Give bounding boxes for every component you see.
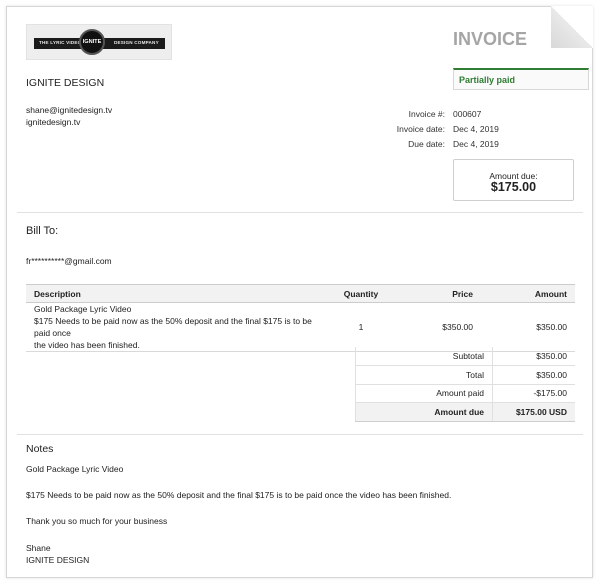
item-name: Gold Package Lyric Video — [34, 304, 132, 314]
logo-center-text: IGNITE — [82, 39, 102, 45]
subtotal-value: $350.00 — [492, 347, 575, 366]
amount-paid-value: -$175.00 — [492, 384, 575, 403]
note-line-2: $175 Needs to be paid now as the 50% dep… — [26, 490, 452, 500]
invoice-number: 000607 — [453, 109, 482, 119]
invoice-date: Dec 4, 2019 — [453, 124, 499, 134]
total-due-label: Amount due — [355, 402, 493, 422]
invoice-page: THE LYRIC VIDEO DESIGN COMPANY IGNITE IG… — [6, 6, 593, 578]
total-due-value: $175.00 USD — [492, 402, 575, 422]
invoice-title: INVOICE — [453, 29, 528, 49]
amount-paid-row: Amount paid -$175.00 — [355, 384, 575, 403]
column-description: Description — [26, 284, 331, 303]
invoice-date-label: Invoice date: — [396, 124, 445, 134]
company-email: shane@ignitedesign.tv — [26, 105, 113, 115]
status-badge: Partially paid — [453, 68, 589, 90]
item-price: $350.00 — [391, 302, 481, 352]
signature-name: Shane — [26, 543, 51, 553]
page-fold-corner — [551, 6, 593, 48]
item-details: $175 Needs to be paid now as the 50% dep… — [34, 316, 312, 338]
company-name: IGNITE DESIGN — [26, 77, 105, 89]
note-line-1: Gold Package Lyric Video — [26, 464, 124, 474]
company-website: ignitedesign.tv — [26, 117, 81, 127]
company-logo: THE LYRIC VIDEO DESIGN COMPANY IGNITE — [26, 24, 172, 60]
bill-to-title: Bill To: — [26, 225, 59, 237]
note-line-3: Thank you so much for your business — [26, 516, 168, 526]
amount-due-box: Amount due: $175.00 — [453, 159, 574, 201]
total-row: Total $350.00 — [355, 365, 575, 385]
total-value: $350.00 — [492, 365, 575, 385]
due-date: Dec 4, 2019 — [453, 139, 499, 149]
logo-right-text: DESIGN COMPANY — [114, 40, 159, 45]
item-quantity: 1 — [331, 302, 391, 352]
bill-to-email: fr**********@gmail.com — [26, 256, 112, 266]
column-quantity: Quantity — [331, 284, 391, 303]
column-amount: Amount — [481, 284, 575, 303]
table-row: Gold Package Lyric Video $175 Needs to b… — [26, 302, 575, 352]
totals-table: Subtotal $350.00 Total $350.00 Amount pa… — [355, 347, 575, 422]
subtotal-label: Subtotal — [355, 347, 493, 366]
amount-paid-label: Amount paid — [355, 384, 493, 403]
due-date-label: Due date: — [408, 139, 445, 149]
table-header-row: Description Quantity Price Amount — [26, 284, 575, 303]
logo-emblem: IGNITE — [79, 29, 105, 55]
item-amount: $350.00 — [481, 302, 575, 352]
line-items-table: Description Quantity Price Amount Gold P… — [26, 284, 575, 352]
notes-divider — [17, 434, 583, 435]
total-label: Total — [355, 365, 493, 385]
header-divider — [17, 212, 583, 213]
subtotal-row: Subtotal $350.00 — [355, 347, 575, 366]
logo-left-text: THE LYRIC VIDEO — [39, 40, 82, 45]
amount-due-row: Amount due $175.00 USD — [355, 402, 575, 422]
item-details-cont: the video has been finished. — [34, 340, 140, 350]
signature-company: IGNITE DESIGN — [26, 555, 90, 565]
notes-title: Notes — [26, 443, 54, 455]
amount-due-value: $175.00 — [490, 180, 537, 194]
invoice-number-label: Invoice #: — [408, 109, 445, 119]
item-description: Gold Package Lyric Video $175 Needs to b… — [26, 302, 331, 352]
column-price: Price — [391, 284, 481, 303]
